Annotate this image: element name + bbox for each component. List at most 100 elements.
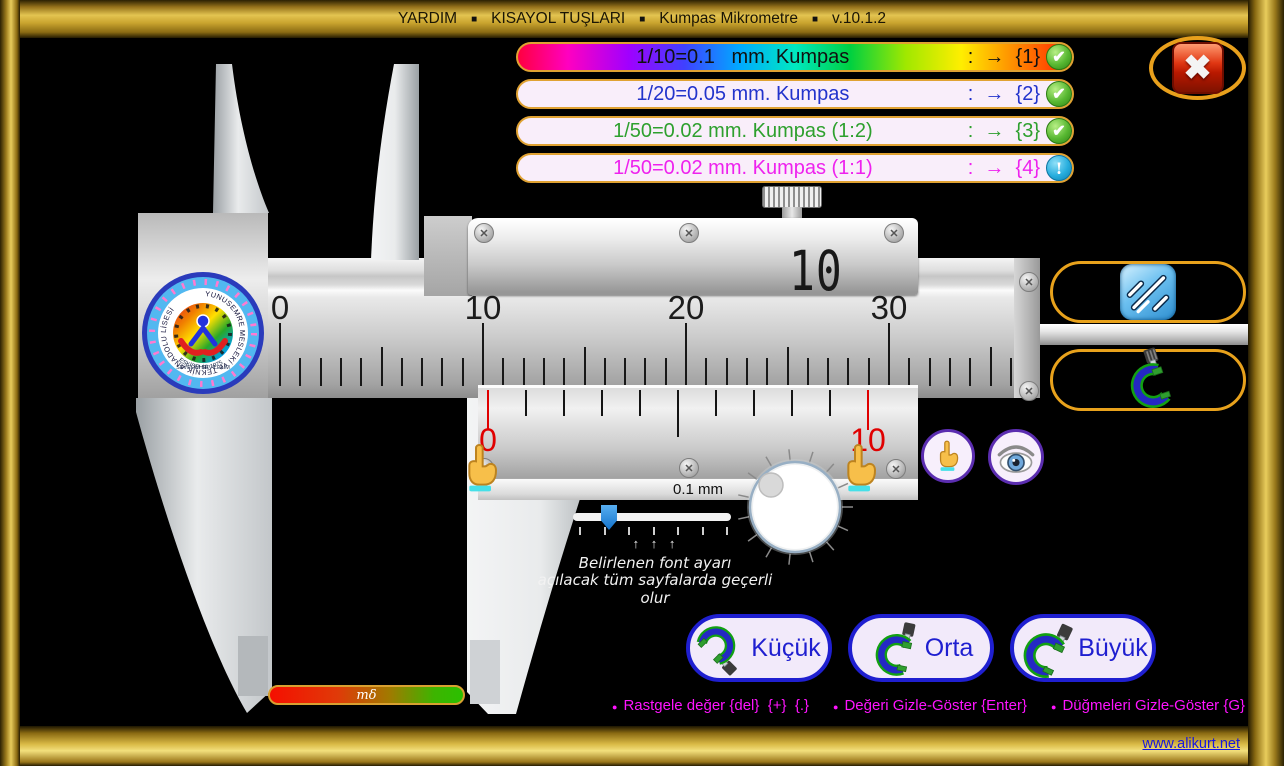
- vernier-tick: [791, 390, 793, 416]
- slider-caption-line1: Belirlenen font ayarı: [578, 554, 732, 572]
- menu-button-1-50-half[interactable]: 1/50=0.02 mm. Kumpas (1:2) : → {3} ✔: [516, 116, 1074, 146]
- screw-icon: ✕: [679, 223, 699, 243]
- slider-caption-line2: açılacak tüm sayfalarda geçerli olur: [537, 571, 773, 607]
- thumb-screw[interactable]: [762, 186, 822, 208]
- scale-tick: [827, 358, 830, 386]
- frame-left: [0, 0, 20, 766]
- drag-hand-icon[interactable]: [459, 443, 503, 493]
- close-icon: ✖: [1171, 42, 1224, 94]
- scale-tick: [969, 358, 972, 386]
- vernier-tick: [601, 390, 603, 416]
- caliper-mode-button[interactable]: [1050, 261, 1246, 323]
- menu-kisayol[interactable]: KISAYOL TUŞLARI: [491, 10, 625, 28]
- vernier-tick: [829, 390, 831, 416]
- digital-readout: 10: [789, 240, 843, 304]
- gauge-pill-text: mδ: [356, 687, 377, 703]
- font-slider-ticks: [579, 527, 731, 536]
- scale-tick: [1009, 358, 1012, 386]
- scale-tick: [441, 358, 444, 386]
- micrometer-icon: [1130, 347, 1172, 408]
- scale-number: 0: [270, 289, 290, 326]
- scale-tick: [948, 358, 951, 386]
- scale-tick: [867, 358, 870, 386]
- scale-tick: [603, 358, 606, 386]
- school-logo: YUNUSEMRE MESLEKİ ve TEKNİK ANADOLU LİSE…: [142, 272, 264, 394]
- show-value-button[interactable]: [988, 429, 1044, 485]
- hand-icon: [939, 440, 959, 471]
- bullet-icon: ●: [1051, 701, 1057, 712]
- separator-icon: ■: [639, 13, 646, 25]
- micrometer-icon: [696, 626, 738, 676]
- keyboard-hints: ● Rastgele değer {del} {+} {.} ● Değeri Gi…: [612, 695, 1246, 715]
- pointer-mode-button[interactable]: [921, 429, 975, 483]
- size-button-label: Orta: [924, 633, 974, 662]
- menu-yardim[interactable]: YARDIM: [398, 10, 457, 28]
- check-icon: ✔: [1046, 81, 1072, 107]
- scale-tick: [928, 358, 931, 386]
- scale-tick: [421, 358, 424, 386]
- eye-icon: [997, 445, 1035, 473]
- app-window: 0 10 20 30 YUNUSEMRE MESLEKİ ve TEKNİK ANAD…: [0, 0, 1284, 766]
- close-button[interactable]: ✖: [1149, 36, 1246, 100]
- scale-tick: [888, 323, 890, 386]
- hint-item: ● Rastgele değer {del} {+} {.}: [612, 696, 810, 714]
- size-button-medium[interactable]: Orta: [848, 614, 994, 682]
- slider-tick: [579, 527, 581, 535]
- vernier-tick: [525, 390, 527, 416]
- vernier-tick: [563, 390, 565, 416]
- resolution-label: 0.1 mm: [672, 481, 723, 498]
- scale-tick: [989, 347, 992, 386]
- scale-tick: [685, 323, 687, 386]
- scale-tick: [299, 358, 302, 386]
- frame-bottom: [0, 726, 1284, 766]
- menu-shortcut: : → {1}: [967, 45, 1040, 68]
- logo-motto: SEVELİM SEVİLELİM: [176, 364, 230, 371]
- website-link[interactable]: www.alikurt.net: [1128, 736, 1240, 752]
- slider-tick: [726, 527, 728, 535]
- micrometer-mode-button[interactable]: [1050, 347, 1246, 411]
- scale-tick: [319, 358, 322, 386]
- slider-arrows: ↑ ↑ ↑: [632, 536, 680, 551]
- size-button-label: Küçük: [751, 633, 821, 662]
- slider-tick: [628, 527, 630, 535]
- scale-tick: [644, 358, 647, 386]
- screw-icon: ✕: [1019, 272, 1039, 292]
- font-slider-track[interactable]: [573, 513, 731, 521]
- scale-tick: [624, 358, 627, 386]
- menu-button-1-50-full[interactable]: 1/50=0.02 mm. Kumpas (1:1) : → {4} !: [516, 153, 1074, 183]
- scale-tick: [786, 347, 789, 386]
- vernier-tick: [639, 390, 641, 416]
- scale-tick: [502, 358, 505, 386]
- hint-item: ● Değeri Gizle-Göster {Enter}: [833, 696, 1028, 714]
- vernier-tick: [753, 390, 755, 416]
- scale-tick: [339, 358, 342, 386]
- app-title: Kumpas Mikrometre: [659, 10, 798, 27]
- slider-connector: [424, 216, 472, 296]
- slider-tick: [677, 527, 679, 535]
- hint-item: ● Düğmeleri Gizle-Göster {G}: [1051, 696, 1246, 714]
- drag-hand-icon[interactable]: [838, 443, 882, 493]
- size-button-large[interactable]: Büyük: [1010, 614, 1156, 682]
- scale-tick: [482, 323, 484, 386]
- slider-tick: [701, 527, 704, 535]
- scale-tick: [461, 358, 464, 386]
- check-icon: ✔: [1046, 44, 1072, 70]
- menu-label: 1/50=0.02 mm. Kumpas (1:2): [613, 119, 873, 142]
- menu-label: 1/10=0.1 mm. Kumpas: [636, 45, 850, 68]
- gauge-pill: mδ: [268, 685, 465, 705]
- menu-button-1-10[interactable]: 1/10=0.1 mm. Kumpas : → {1} ✔: [516, 42, 1074, 72]
- menu-button-1-20[interactable]: 1/20=0.05 mm. Kumpas : → {2} ✔: [516, 79, 1074, 109]
- scale-tick: [400, 358, 403, 386]
- scale-tick: [806, 358, 809, 386]
- separator-icon: ■: [471, 13, 478, 25]
- bullet-icon: ●: [612, 701, 618, 712]
- menu-shortcut: : → {3}: [967, 119, 1040, 142]
- fixed-inside-jaw: [213, 64, 269, 213]
- bullet-icon: ●: [833, 701, 839, 712]
- size-button-small[interactable]: Küçük: [686, 614, 832, 682]
- info-icon: !: [1046, 155, 1072, 181]
- title-bar: YARDIM ■ KISAYOL TUŞLARI ■ Kumpas Mikrom…: [0, 6, 1284, 32]
- menu-label: 1/20=0.05 mm. Kumpas: [636, 82, 850, 105]
- scale-tick: [766, 358, 769, 386]
- screw-icon: ✕: [474, 223, 494, 243]
